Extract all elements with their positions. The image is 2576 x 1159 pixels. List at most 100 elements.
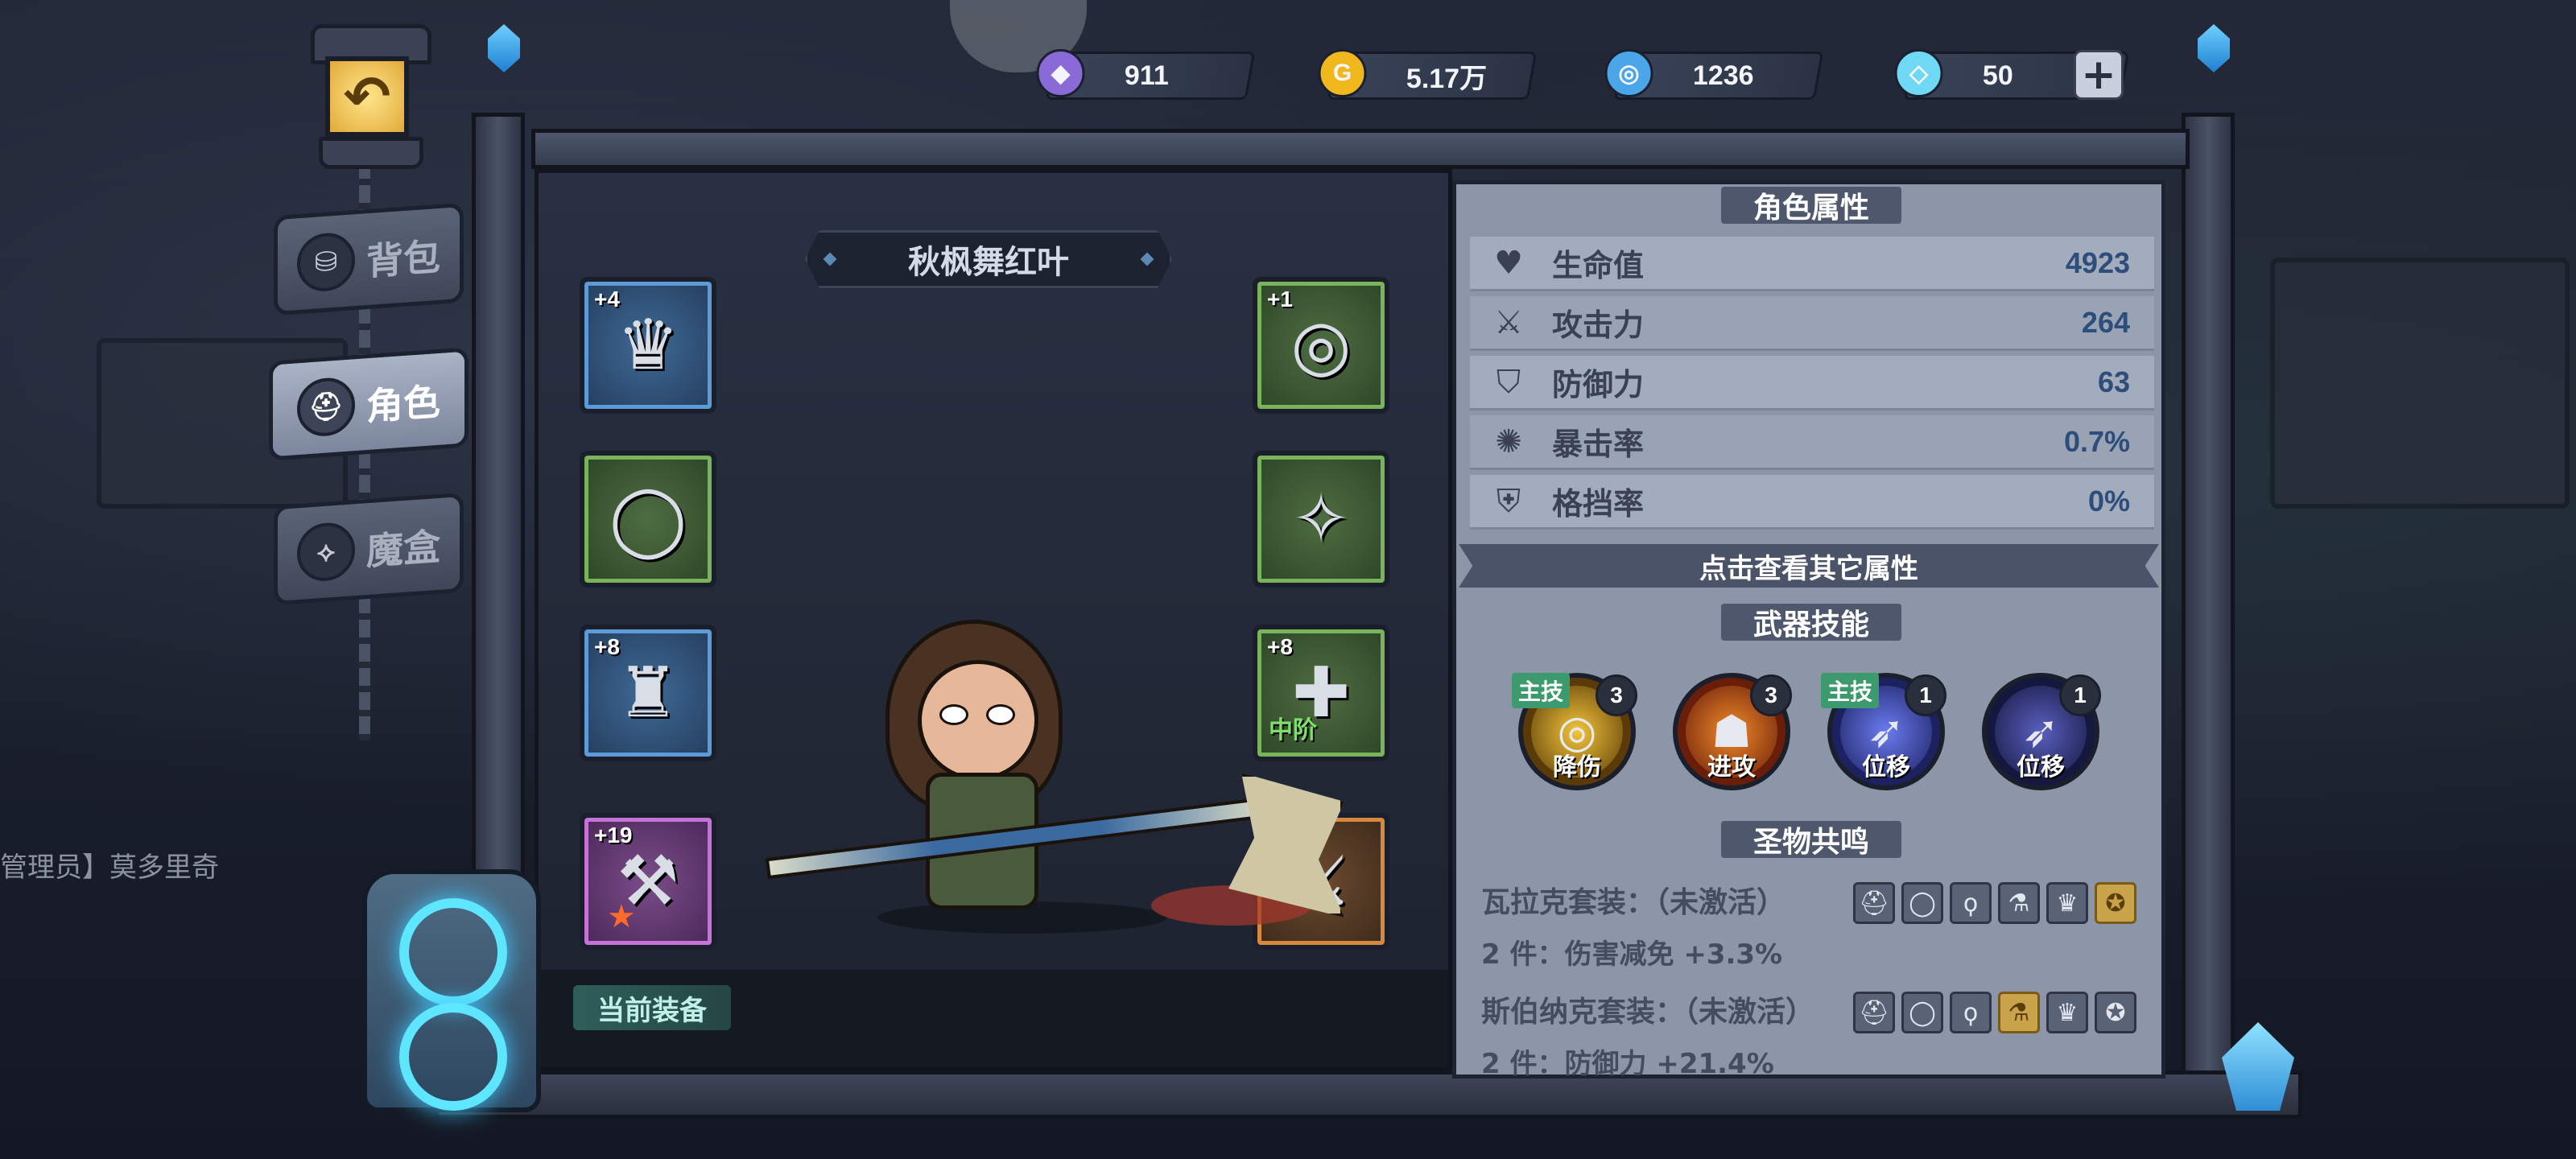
- skills-title: 武器技能: [1720, 604, 1901, 641]
- diamond-icon: ◇: [1894, 49, 1943, 97]
- equip-slot-earrings[interactable]: ✧: [1253, 451, 1389, 588]
- purple-token-value: 911: [1125, 60, 1169, 91]
- flask-relic-icon[interactable]: ⚗: [1998, 882, 2040, 924]
- npc-label: 管理员】莫多里奇: [0, 852, 219, 883]
- blue-orb-counter: ◎ 1236: [1604, 49, 1824, 100]
- relic-set-name: 斯伯纳克套装：（未激活）: [1481, 996, 1815, 1029]
- back-arrow-icon: ↶: [325, 56, 409, 137]
- attribute-value: 0.7%: [2063, 424, 2130, 458]
- sword-icon: ⚔: [1494, 303, 1523, 341]
- hero-character[interactable]: [765, 612, 1344, 934]
- weapon-skill[interactable]: ➶ 主技 1 位移: [1821, 673, 1946, 790]
- right-pillar: [2182, 113, 2235, 1087]
- equip-slot-tiara[interactable]: ♛ +4: [580, 277, 716, 414]
- crit-icon: ✺: [1495, 423, 1522, 460]
- nav-tab-backpack[interactable]: ⛁ 背包: [274, 202, 464, 316]
- background-building: [2270, 258, 2570, 509]
- add-diamond-button[interactable]: +: [2074, 50, 2124, 100]
- relic-set-bonus: 2 件：防御力 +21.4%: [1481, 1048, 1774, 1080]
- top-beam: [531, 129, 2190, 169]
- attribute-value: 4923: [2065, 245, 2130, 279]
- purple-token-icon: ◆: [1036, 49, 1085, 97]
- attribute-label: 防御力: [1552, 367, 1645, 402]
- rune-stone: [362, 869, 541, 1112]
- skill-count: 3: [1596, 674, 1637, 716]
- heart-icon: ♥: [1494, 244, 1523, 282]
- current-equipment-label[interactable]: 当前装备: [573, 985, 731, 1030]
- equip-slot-weapon[interactable]: ⚒ +19 ★: [580, 813, 716, 950]
- helmet-icon: ⛑: [297, 376, 355, 439]
- necklace-relic-icon[interactable]: ϙ: [1950, 882, 1992, 924]
- blue-orb-icon: ◎: [1604, 49, 1653, 97]
- helmet-relic-icon[interactable]: ⛑: [1853, 882, 1895, 924]
- attribute-label: 格挡率: [1552, 486, 1645, 522]
- enhance-level: +1: [1267, 287, 1293, 311]
- weapon-skill[interactable]: ◎ 主技 3 降伤: [1512, 673, 1637, 790]
- skill-count: 1: [2059, 674, 2101, 716]
- ring-relic-icon[interactable]: ◯: [1901, 992, 1943, 1033]
- attribute-value: 0%: [2087, 484, 2130, 518]
- attribute-row: ⚔ 攻击力 264: [1470, 296, 2154, 351]
- attributes-title: 角色属性: [1720, 187, 1901, 225]
- nav-tab-label: 背包: [366, 234, 440, 284]
- gold-coin-counter: G 5.17万: [1318, 49, 1538, 100]
- necklace-icon: ◯: [609, 479, 687, 559]
- attribute-row: ⛉ 防御力 63: [1470, 356, 2154, 410]
- swirl-rune-icon: [399, 1003, 507, 1111]
- equip-slot-chalice[interactable]: ♜ +8: [580, 625, 716, 761]
- attribute-row: ♥ 生命值 4923: [1470, 237, 2154, 291]
- attribute-label: 生命值: [1552, 248, 1645, 283]
- trophy-relic-icon[interactable]: ♛: [2046, 992, 2088, 1033]
- medal-relic-icon[interactable]: ✪: [2095, 992, 2136, 1033]
- backpack-icon: ⛁: [297, 231, 355, 294]
- equip-slot-doll[interactable]: ✚ +8 中阶: [1253, 625, 1389, 761]
- swirl-rune-icon: [399, 898, 507, 1006]
- nav-tab-label: 角色: [366, 379, 440, 429]
- view-more-attributes-button[interactable]: 点击查看其它属性: [1459, 544, 2159, 588]
- ring-icon: ◎: [1290, 305, 1352, 386]
- relic-set-name: 瓦拉克套装：（未激活）: [1481, 886, 1786, 919]
- ring-relic-icon[interactable]: ◯: [1901, 882, 1943, 924]
- blue-orb-value: 1236: [1693, 60, 1754, 91]
- weapon-skill[interactable]: ➶ 1 位移: [1982, 673, 2101, 790]
- shield-icon: ⛉: [1496, 363, 1521, 401]
- helmet-relic-icon[interactable]: ⛑: [1853, 992, 1895, 1033]
- skill-count: 1: [1905, 674, 1946, 716]
- relics-title: 圣物共鸣: [1720, 821, 1901, 859]
- weapon-skill[interactable]: ☗ 3 进攻: [1673, 673, 1792, 790]
- nav-tab-magic-box[interactable]: ⟡ 魔盒: [274, 492, 464, 606]
- earrings-icon: ✧: [1291, 479, 1351, 559]
- skill-count: 3: [1750, 674, 1792, 716]
- equip-slot-ring[interactable]: ◎ +1: [1253, 277, 1389, 414]
- hero-face: [918, 660, 1038, 781]
- main-skill-badge: 主技: [1821, 673, 1880, 708]
- flask-relic-icon[interactable]: ⚗: [1998, 992, 2040, 1033]
- lantern-base: [319, 137, 423, 169]
- medal-relic-icon[interactable]: ✪: [2095, 882, 2136, 924]
- hero-eye: [939, 704, 968, 725]
- main-skill-badge: 主技: [1512, 673, 1571, 708]
- relic-set-icons: ⛑ ◯ ϙ ⚗ ♛ ✪: [1853, 882, 2136, 924]
- relics-section-title: 圣物共鸣: [1674, 821, 1948, 859]
- skill-name: 降伤: [1553, 753, 1601, 782]
- enhance-level: +8: [594, 634, 620, 659]
- tier-label: 中阶: [1269, 716, 1317, 744]
- attribute-value: 63: [2097, 365, 2130, 398]
- gold-coin-value: 5.17万: [1406, 63, 1488, 94]
- block-icon: ⛨: [1496, 482, 1521, 520]
- necklace-relic-icon[interactable]: ϙ: [1950, 992, 1992, 1033]
- trophy-relic-icon[interactable]: ♛: [2046, 882, 2088, 924]
- relic-set-icons: ⛑ ◯ ϙ ⚗ ♛ ✪: [1853, 992, 2136, 1033]
- hero-eye: [986, 704, 1015, 725]
- attributes-section-title: 角色属性: [1674, 187, 1948, 225]
- magic-box-icon: ⟡: [297, 521, 355, 584]
- nav-tab-label: 魔盒: [366, 524, 440, 574]
- enhance-level: +19: [594, 823, 633, 848]
- skill-name: 位移: [2017, 753, 2065, 782]
- tiara-icon: ♛: [617, 305, 679, 386]
- nav-tab-character[interactable]: ⛑ 角色: [269, 347, 469, 461]
- skill-name: 进攻: [1707, 753, 1756, 782]
- gold-coin-icon: G: [1318, 49, 1367, 97]
- equip-slot-necklace[interactable]: ◯: [580, 451, 716, 588]
- back-button[interactable]: ↶: [295, 24, 440, 169]
